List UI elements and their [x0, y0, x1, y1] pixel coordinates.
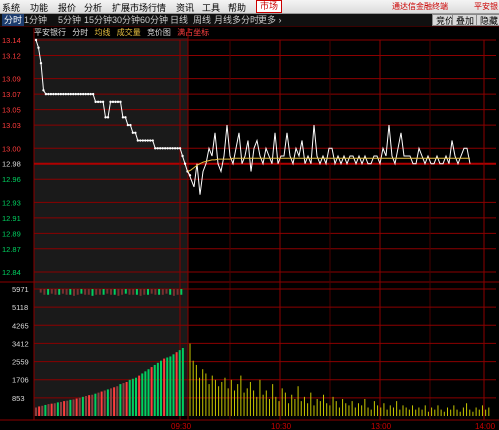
auction-price-point	[163, 147, 167, 150]
auction-price-point	[121, 116, 125, 119]
auction-price-point	[54, 92, 58, 96]
volume-tick-label: 853	[12, 394, 25, 403]
auction-price-point	[183, 162, 187, 165]
price-tick-label: 12.98	[2, 160, 21, 169]
auction-price-point	[91, 92, 95, 96]
auction-price-point	[77, 92, 80, 96]
auction-price-point	[34, 38, 38, 42]
auction-price-point	[94, 100, 97, 104]
time-label: 13:00	[371, 422, 392, 430]
auction-price-point	[99, 100, 102, 104]
auction-price-point	[116, 100, 120, 104]
volume-tick-label: 5118	[12, 303, 28, 312]
intraday-chart[interactable]: 13.14 13.12 13.09 13.07 13.05 13.03 13.00 12.98…	[0, 0, 499, 430]
auction-price-point	[109, 100, 112, 104]
auction-price-point	[57, 92, 60, 96]
volume-tick-label: 2559	[12, 358, 29, 367]
auction-price-point	[114, 100, 117, 104]
auction-price-point	[176, 147, 179, 150]
auction-price-point	[129, 123, 132, 127]
price-tick-label: 12.87	[2, 245, 21, 254]
auction-price-point	[42, 89, 45, 92]
price-tick-label: 12.93	[2, 198, 21, 207]
auction-price-point	[81, 92, 85, 96]
auction-price-point	[89, 92, 92, 96]
auction-price-point	[101, 100, 105, 104]
auction-price-point	[62, 92, 65, 96]
price-tick-label: 13.00	[2, 144, 21, 153]
price-tick-label: 12.84	[2, 268, 21, 277]
price-tick-label: 13.09	[2, 75, 21, 84]
auction-price-point	[173, 147, 177, 150]
auction-price-point	[64, 92, 68, 96]
time-label: 09:30	[171, 422, 192, 430]
auction-price-point	[67, 92, 70, 96]
auction-price-point	[181, 154, 184, 158]
volume-tick-label: 5971	[12, 285, 29, 294]
auction-price-point	[44, 92, 48, 96]
volume-tick-label: 3412	[12, 339, 29, 348]
auction-price-point	[178, 147, 182, 150]
price-tick-label: 13.07	[2, 90, 21, 99]
auction-price-point	[106, 116, 110, 119]
auction-price-point	[126, 123, 130, 127]
price-tick-label: 13.12	[2, 51, 21, 60]
auction-price-point	[59, 92, 63, 96]
auction-price-point	[131, 131, 135, 134]
price-tick-label: 13.14	[2, 36, 21, 45]
auction-price-point	[47, 92, 50, 96]
auction-price-point	[168, 147, 172, 150]
auction-price-point	[139, 139, 142, 142]
price-tick-label: 13.05	[2, 106, 21, 115]
auction-price-point	[166, 147, 169, 150]
auction-price-point	[74, 92, 77, 96]
price-tick-label: 12.91	[2, 214, 21, 223]
auction-price-point	[146, 139, 149, 142]
volume-tick-label: 1706	[12, 376, 29, 385]
auction-price-point	[141, 139, 145, 142]
auction-price-point	[151, 139, 154, 142]
auction-price-point	[96, 100, 100, 104]
auction-price-point	[156, 147, 159, 150]
auction-price-point	[158, 147, 162, 150]
auction-price-point	[49, 92, 53, 96]
auction-price-point	[39, 62, 43, 65]
auction-price-point	[69, 92, 72, 96]
price-tick-label: 12.89	[2, 229, 21, 238]
auction-price-point	[154, 147, 157, 150]
time-label: 10:30	[271, 422, 292, 430]
auction-price-point	[52, 92, 55, 96]
volume-tick-label: 4265	[12, 321, 29, 330]
auction-price-point	[119, 100, 122, 104]
auction-price-point	[111, 100, 115, 104]
auction-price-point	[136, 139, 140, 142]
time-label: 14:00	[475, 422, 496, 430]
auction-price-point	[84, 92, 87, 96]
auction-price-point	[104, 116, 107, 119]
auction-price-point	[134, 131, 137, 134]
price-tick-label: 13.03	[2, 121, 21, 130]
auction-price-point	[37, 46, 40, 49]
auction-price-point	[86, 92, 90, 96]
auction-price-point	[72, 92, 75, 96]
price-tick-label: 12.96	[2, 175, 21, 184]
auction-price-point	[144, 139, 147, 142]
auction-price-point	[124, 116, 127, 119]
auction-price-point	[161, 147, 164, 150]
auction-price-point	[171, 147, 174, 150]
auction-price-point	[149, 139, 152, 142]
auction-price-point	[79, 92, 82, 96]
